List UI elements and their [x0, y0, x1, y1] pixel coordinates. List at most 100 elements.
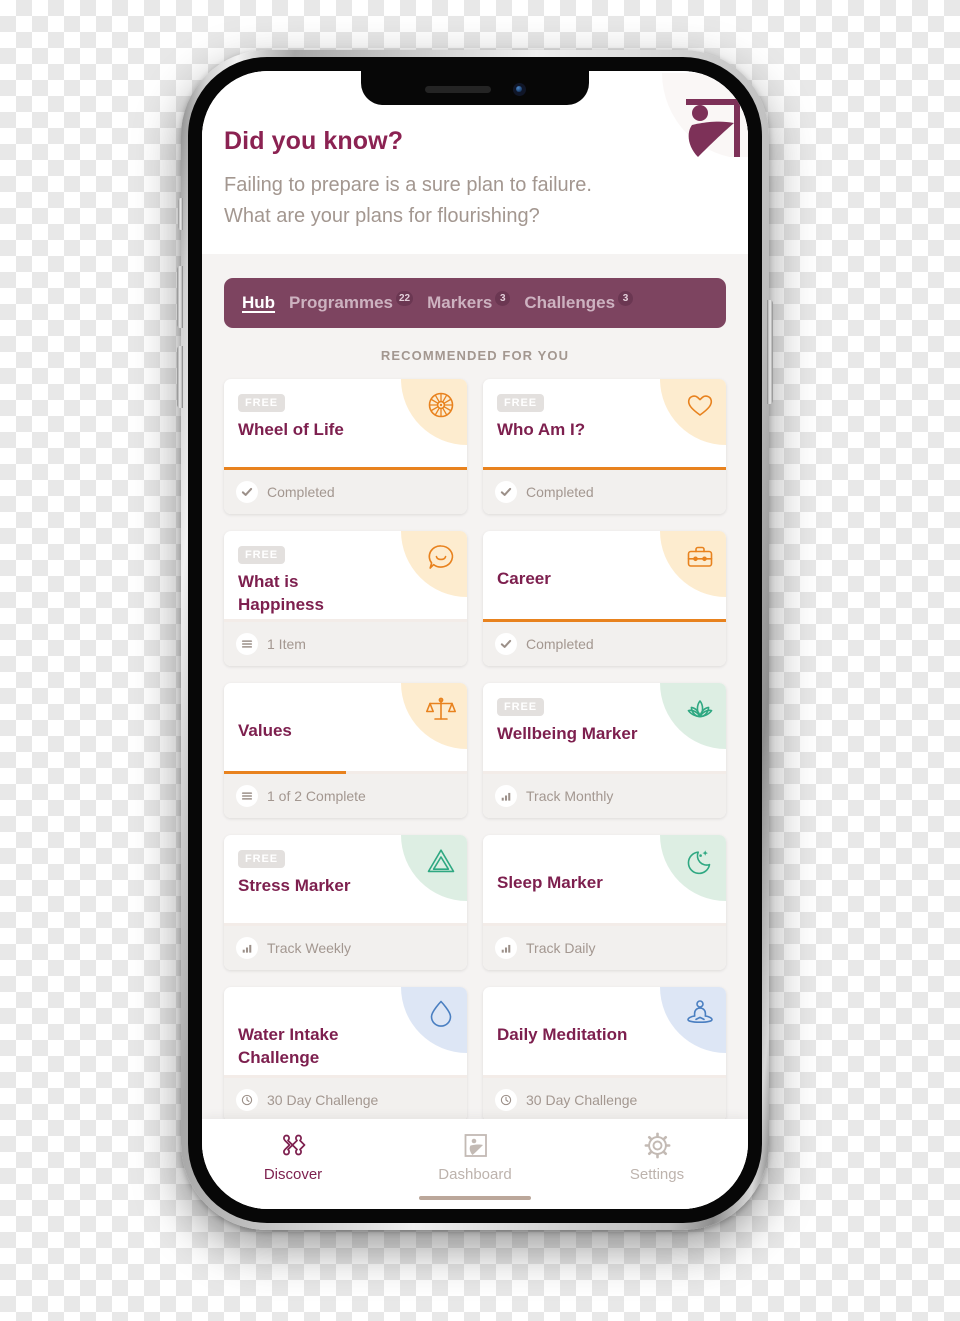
nav-item-discover[interactable]: Discover — [202, 1131, 384, 1183]
card-title: Stress Marker — [238, 876, 351, 895]
card-status-text: 30 Day Challenge — [267, 1092, 379, 1108]
card-title: Water Intake Challenge — [238, 1025, 339, 1067]
power-button[interactable] — [767, 300, 773, 404]
volume-up-button[interactable] — [177, 266, 183, 328]
card-footer: Completed — [224, 470, 467, 514]
card-progress-bar — [224, 771, 467, 774]
card-progress-fill — [224, 771, 346, 774]
tab-badge: 3 — [618, 291, 634, 306]
card-top: Daily Meditation — [483, 987, 726, 1075]
check-icon — [495, 481, 517, 503]
card-top: FREE What is Happiness — [224, 531, 467, 619]
tab-label: Hub — [242, 293, 276, 312]
moon-icon — [685, 846, 715, 876]
clock-icon — [236, 1089, 258, 1111]
content-card[interactable]: FREE Wellbeing Marker Track Monthly — [483, 683, 726, 818]
volume-down-button[interactable] — [177, 346, 183, 408]
nav-item-settings[interactable]: Settings — [566, 1131, 748, 1183]
card-top: Water Intake Challenge — [224, 987, 467, 1075]
card-status-text: 30 Day Challenge — [526, 1092, 638, 1108]
card-footer: 1 Item — [224, 622, 467, 666]
free-badge: FREE — [497, 394, 544, 412]
card-progress-bar — [483, 1075, 726, 1078]
card-progress-fill — [483, 467, 726, 470]
earpiece-speaker-icon — [424, 85, 491, 93]
card-footer: Track Weekly — [224, 926, 467, 970]
card-title: Who Am I? — [497, 420, 586, 439]
card-progress-bar — [483, 771, 726, 774]
content-card[interactable]: Career Completed — [483, 531, 726, 666]
nav-item-label: Settings — [629, 1166, 685, 1183]
scroll-content[interactable]: RECOMMENDED FOR YOU FREE Wheel of Life C… — [202, 328, 748, 1119]
check-icon — [236, 481, 258, 503]
free-badge: FREE — [238, 394, 285, 412]
card-title: What is Happiness — [238, 572, 324, 614]
card-status-text: Track Weekly — [267, 940, 352, 956]
card-title: Sleep Marker — [497, 873, 603, 892]
content-card[interactable]: FREE Wheel of Life Completed — [224, 379, 467, 514]
free-badge: FREE — [238, 546, 285, 564]
card-footer: 1 of 2 Complete — [224, 774, 467, 818]
tab-markers[interactable]: Markers 3 — [427, 291, 511, 313]
content-card[interactable]: FREE Who Am I? Completed — [483, 379, 726, 514]
free-badge: FREE — [497, 698, 544, 716]
silent-switch-button[interactable] — [178, 198, 183, 230]
nav-item-dashboard[interactable]: Dashboard — [384, 1131, 566, 1183]
phone-bezel: Did you know? Failing to prepare is a su… — [188, 57, 762, 1223]
card-top: FREE Wellbeing Marker — [483, 683, 726, 771]
card-progress-bar — [483, 467, 726, 470]
card-progress-fill — [224, 467, 467, 470]
card-progress-bar — [224, 467, 467, 470]
content-card[interactable]: Values 1 of 2 Complete — [224, 683, 467, 818]
card-footer: 30 Day Challenge — [224, 1078, 467, 1119]
card-title: Career — [497, 569, 551, 588]
card-top: FREE Who Am I? — [483, 379, 726, 467]
card-title: Wheel of Life — [238, 420, 344, 439]
card-top: Sleep Marker — [483, 835, 726, 923]
content-card[interactable]: FREE What is Happiness 1 Item — [224, 531, 467, 666]
card-progress-bar — [224, 1075, 467, 1078]
wheel-icon — [426, 390, 456, 420]
meditation-icon — [685, 998, 715, 1028]
card-title: Daily Meditation — [497, 1025, 628, 1044]
tab-hub[interactable]: Hub — [242, 293, 275, 313]
card-status-text: Completed — [526, 636, 594, 652]
lotus-icon — [685, 694, 715, 724]
card-status-text: Completed — [267, 484, 335, 500]
card-status-text: Track Daily — [526, 940, 596, 956]
header-subtext-line2: What are your plans for flourishing? — [224, 205, 540, 227]
content-card[interactable]: Water Intake Challenge 30 Day Challenge — [224, 987, 467, 1119]
content-card[interactable]: FREE Stress Marker Track Weekly — [224, 835, 467, 970]
card-footer: Completed — [483, 470, 726, 514]
speech-icon — [426, 542, 456, 572]
chart-icon — [236, 937, 258, 959]
chart-icon — [495, 937, 517, 959]
card-progress-bar — [483, 923, 726, 926]
nav-item-label: Discover — [263, 1166, 323, 1183]
list-icon — [236, 633, 258, 655]
home-indicator — [419, 1196, 531, 1200]
app-root: Did you know? Failing to prepare is a su… — [202, 71, 748, 1209]
card-status-text: 1 of 2 Complete — [267, 788, 366, 804]
card-title: Values — [238, 721, 292, 740]
header-subtext: Failing to prepare is a sure plan to fai… — [224, 170, 726, 232]
card-progress-bar — [483, 619, 726, 622]
tab-label: Programmes — [289, 293, 393, 312]
page-title: Did you know? — [224, 127, 404, 155]
puzzle-icon — [279, 1131, 308, 1160]
card-top: Career — [483, 531, 726, 619]
tab-badge: 22 — [395, 291, 414, 306]
phone-screen: Did you know? Failing to prepare is a su… — [202, 71, 748, 1209]
card-title: Wellbeing Marker — [497, 724, 638, 743]
tab-label: Markers — [427, 293, 493, 312]
check-icon — [495, 633, 517, 655]
content-card[interactable]: Daily Meditation 30 Day Challenge — [483, 987, 726, 1119]
flourishing-figure-logo-icon — [662, 71, 748, 157]
segmented-tab-bar[interactable]: Hub Programmes 22 Markers 3 Challenges 3 — [224, 278, 726, 328]
tab-programmes[interactable]: Programmes 22 — [289, 291, 414, 313]
tab-badge: 3 — [495, 291, 511, 306]
tab-challenges[interactable]: Challenges 3 — [524, 291, 634, 313]
content-card[interactable]: Sleep Marker Track Daily — [483, 835, 726, 970]
card-grid: FREE Wheel of Life Completed FREE Who Am… — [224, 379, 726, 1119]
card-progress-fill — [483, 619, 726, 622]
